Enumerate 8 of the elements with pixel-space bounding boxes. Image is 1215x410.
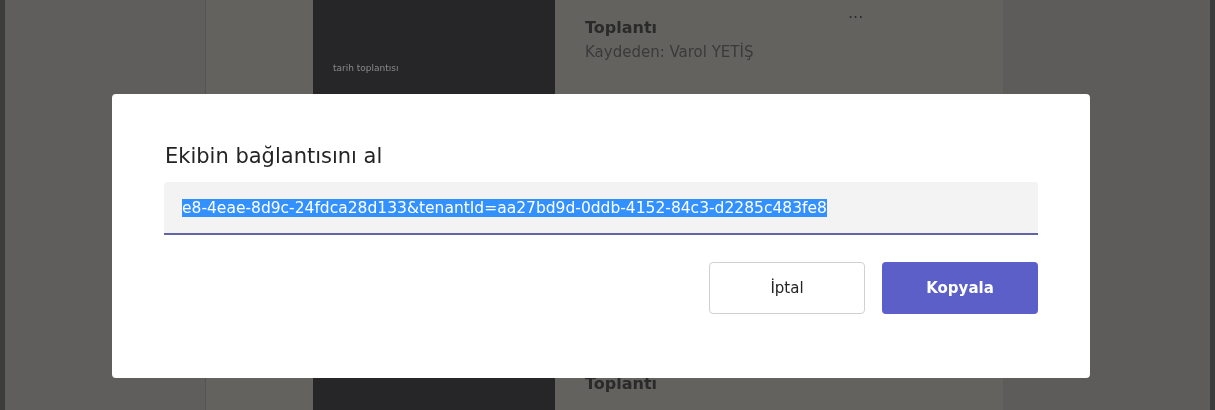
thumbnail-caption: tarih toplantısı bbox=[333, 63, 399, 73]
recording-title: Toplantı bbox=[585, 18, 659, 37]
recording-title: Toplantı bbox=[585, 374, 658, 393]
video-thumbnail[interactable]: tarih toplantısı bbox=[313, 0, 555, 95]
link-input-field[interactable]: e8-4eae-8d9c-24fdca28d133&tenantId=aa27bd9d-0ddb-4152-84c3-d2285c483fe8 bbox=[164, 182, 1038, 235]
cancel-button[interactable]: İptal bbox=[709, 262, 865, 314]
dialog-title: Ekibin bağlantısını al bbox=[165, 144, 384, 168]
copy-button[interactable]: Kopyala bbox=[882, 262, 1038, 314]
